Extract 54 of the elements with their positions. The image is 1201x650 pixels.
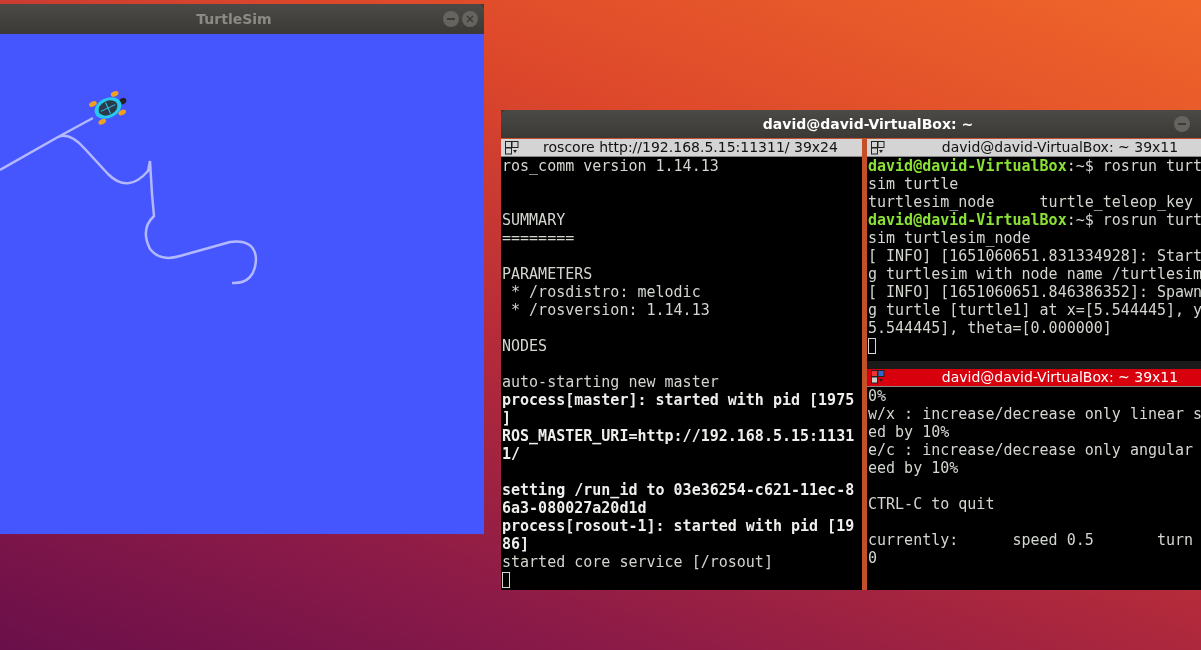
terminal-line: currently: speed 0.5 turn <box>868 530 1194 549</box>
terminal-line: [ INFO] [1651060651.846386352]: Spawn <box>868 283 1201 301</box>
terminal-line: 0% <box>868 386 887 405</box>
cursor <box>868 338 876 354</box>
minus-icon <box>1178 123 1186 125</box>
terminal-line: [ INFO] [1651060651.831334928]: Start <box>868 247 1201 265</box>
terminal-line: sim turtle <box>868 175 959 193</box>
pane-header[interactable]: david@david-VirtualBox: ~ 39x11 <box>867 139 1201 157</box>
split-icon[interactable] <box>871 140 885 155</box>
minus-icon <box>447 18 455 20</box>
terminal-line: g turtle [turtle1] at x=[5.544445], y <box>868 301 1201 319</box>
terminal-line: 86] <box>502 535 530 553</box>
terminal-line: ROS_MASTER_URI=http://192.168.5.15:1131 <box>502 427 855 445</box>
terminal-line: * /rosversion: 1.14.13 <box>510 301 710 319</box>
window-title: TurtleSim <box>196 11 272 27</box>
terminal-line: setting /run_id to 03e36254-c621-11ec-8 <box>502 481 855 499</box>
terminal-line: process[rosout-1]: started with pid [19 <box>502 517 855 535</box>
command-text: :~$ rosrun turt <box>1066 211 1201 229</box>
terminal-line: process[master]: started with pid [1975 <box>502 391 855 409</box>
terminal-line: g turtlesim with node name /turtlesim <box>868 265 1201 283</box>
terminal-line: CTRL-C to quit <box>868 494 995 513</box>
terminal-line: sim turtlesim_node <box>868 229 1031 247</box>
pane-title: david@david-VirtualBox: ~ 39x11 <box>940 368 1180 386</box>
split-icon[interactable] <box>871 370 885 384</box>
pane-title: david@david-VirtualBox: ~ 39x11 <box>940 139 1180 156</box>
terminal-line: 6a3-080027a20d1d <box>502 499 647 517</box>
pane-title: roscore http://192.168.5.15:11311/ 39x24 <box>542 139 839 156</box>
terminal-line: SUMMARY <box>502 211 566 229</box>
terminal-line: NODES <box>502 337 548 355</box>
terminal-line: ======== <box>502 229 575 247</box>
close-icon <box>466 15 474 23</box>
prompt-text: david@david-VirtualBox <box>868 211 1067 229</box>
pane-header[interactable]: roscore http://192.168.5.15:11311/ 39x24 <box>501 139 862 157</box>
terminal-line: eed by 10% <box>868 458 959 477</box>
terminal-line: auto-starting new master <box>502 373 719 391</box>
terminal-line: ros_comm version 1.14.13 <box>502 157 719 175</box>
terminal-line: ed by 10% <box>868 422 950 441</box>
cursor <box>502 572 510 588</box>
terminal-line: 1/ <box>502 445 521 463</box>
turtle-drawing <box>89 91 127 125</box>
terminal-line: * /rosdistro: melodic <box>510 283 701 301</box>
prompt-text: david@david-VirtualBox <box>868 157 1067 175</box>
split-icon[interactable] <box>505 140 519 155</box>
command-text: :~$ rosrun turt <box>1066 157 1201 175</box>
terminal-line: ] <box>502 409 512 427</box>
pane-header[interactable]: david@david-VirtualBox: ~ 39x11 <box>867 368 1201 387</box>
terminal-line: w/x : increase/decrease only linear s <box>868 404 1201 423</box>
terminal-line: 0 <box>868 548 878 567</box>
terminal-line: turtlesim_node turtle_teleop_key <box>868 193 1194 211</box>
terminal-line: PARAMETERS <box>502 265 593 283</box>
terminal-line: 5.544445], theta=[0.000000] <box>868 319 1112 337</box>
terminal-line: started core service [/rosout] <box>502 553 773 571</box>
terminal-line: e/c : increase/decrease only angular <box>868 440 1194 459</box>
window-title: david@david-VirtualBox: ~ <box>762 116 974 132</box>
